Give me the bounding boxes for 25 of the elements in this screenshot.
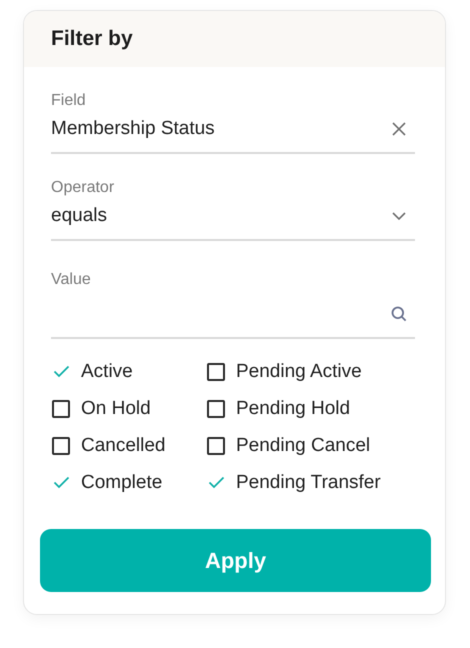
text-input[interactable]: equals xyxy=(51,205,387,227)
checkbox[interactable] xyxy=(207,362,225,380)
checkbox[interactable] xyxy=(52,436,70,454)
checkbox-label[interactable]: Cancelled xyxy=(81,434,166,456)
checkbox-label[interactable]: Pending Transfer xyxy=(236,472,381,494)
checkbox-label[interactable]: Complete xyxy=(81,472,162,494)
panel-title: Filter by xyxy=(51,27,133,51)
close-icon[interactable] xyxy=(392,122,406,136)
field-label: Value xyxy=(51,271,91,289)
checkbox-label[interactable]: Active xyxy=(81,360,133,382)
checkmark-icon[interactable] xyxy=(52,476,70,489)
checkbox[interactable] xyxy=(207,436,225,454)
checkbox-label[interactable]: Pending Hold xyxy=(236,398,350,420)
chevron-down-icon[interactable] xyxy=(392,212,406,220)
field-label: Operator xyxy=(51,179,114,197)
text-input[interactable]: Membership Status xyxy=(51,118,387,140)
checkmark-icon[interactable] xyxy=(52,365,70,378)
field-label: Field xyxy=(51,92,86,110)
checkbox[interactable] xyxy=(207,400,225,418)
checkmark-icon[interactable] xyxy=(208,476,224,489)
checkbox[interactable] xyxy=(52,400,70,418)
checkbox-label[interactable]: Pending Active xyxy=(236,360,362,382)
search-icon[interactable] xyxy=(391,306,407,322)
checkbox-label[interactable]: Pending Cancel xyxy=(236,434,370,456)
checkbox-label[interactable]: On Hold xyxy=(81,398,151,420)
